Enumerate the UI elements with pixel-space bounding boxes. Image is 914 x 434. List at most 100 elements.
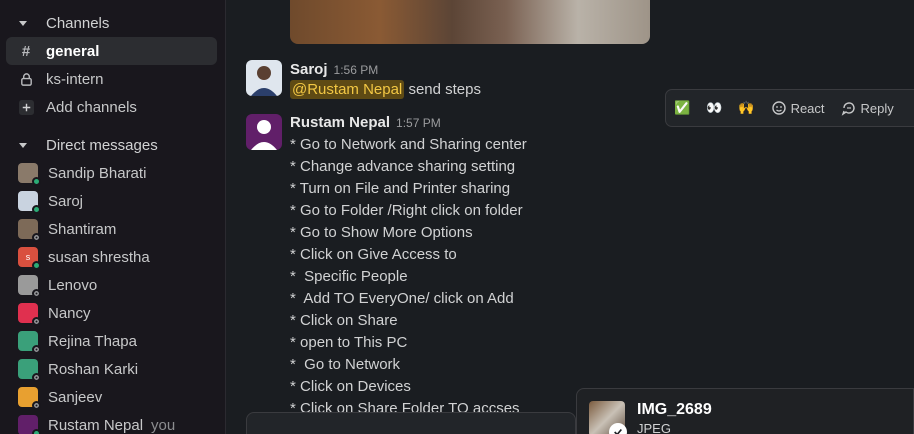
avatar: [18, 191, 41, 214]
sidebar-item-ks-intern[interactable]: ks-intern: [6, 65, 217, 93]
dm-label: Sanjeev: [48, 388, 103, 406]
message-line: * Add TO EveryOne/ click on Add: [290, 290, 514, 307]
sidebar-dm-lenovo[interactable]: Lenovo: [6, 271, 217, 299]
file-upload-popup[interactable]: IMG_2689 JPEG: [576, 388, 914, 434]
message-text: @Rustam Nepal send steps: [290, 80, 481, 99]
channels-header-label: Channels: [46, 14, 110, 32]
dm-label: susan shrestha: [48, 248, 150, 266]
offline-status-dot: [32, 317, 41, 326]
lock-icon: [6, 72, 46, 87]
file-type: JPEG: [637, 421, 671, 434]
offline-status-dot: [32, 345, 41, 354]
message-line: * Click on Share: [290, 312, 398, 329]
online-status-dot: [32, 177, 41, 186]
avatar: [18, 275, 41, 298]
message-pane: Saroj 1:56 PM @Rustam Nepal send steps ✅ …: [227, 0, 914, 434]
add-channels-button[interactable]: Add channels: [6, 93, 217, 121]
react-label: React: [790, 100, 825, 116]
message-line: * Go to Folder /Right click on folder: [290, 202, 523, 219]
message-line: * Go to Show More Options: [290, 224, 473, 241]
reaction-check-button[interactable]: ✅: [666, 93, 698, 123]
dm-label: Roshan Karki: [48, 360, 139, 378]
author-name[interactable]: Saroj: [290, 61, 328, 78]
react-button[interactable]: React: [763, 93, 833, 123]
offline-status-dot: [32, 373, 41, 382]
dm-section-header[interactable]: Direct messages: [0, 133, 158, 157]
reply-button[interactable]: Reply: [833, 93, 902, 123]
sidebar-item-label: Add channels: [46, 98, 137, 116]
sidebar-item-label: general: [46, 42, 100, 60]
message-line: * Change advance sharing setting: [290, 158, 516, 175]
dm-label: Rustam Nepal: [48, 416, 144, 434]
dm-label: Lenovo: [48, 276, 98, 294]
sidebar-dm-saroj[interactable]: Saroj: [6, 187, 217, 215]
avatar: [18, 331, 41, 354]
dm-label: Nancy: [48, 304, 91, 322]
message-line: * Click on Give Access to: [290, 246, 457, 263]
avatar: [18, 219, 41, 242]
dm-header-label: Direct messages: [46, 136, 158, 154]
avatar: [18, 387, 41, 410]
sidebar-dm-susan-shrestha[interactable]: s susan shrestha: [6, 243, 217, 271]
avatar[interactable]: [246, 114, 282, 150]
caret-down-icon[interactable]: [0, 140, 46, 150]
offline-status-dot: [32, 233, 41, 242]
you-label: you: [151, 416, 176, 434]
add-reaction-icon: [771, 101, 786, 115]
message-line: * open to This PC: [290, 334, 408, 351]
message-line: * Turn on File and Printer sharing: [290, 180, 511, 197]
message-line: * Click on Devices: [290, 378, 411, 395]
avatar: [18, 163, 41, 186]
message-composer[interactable]: [246, 412, 576, 434]
offline-status-dot: [32, 401, 41, 410]
message-line: * Specific People: [290, 268, 408, 285]
message-author[interactable]: Rustam Nepal 1:57 PM: [290, 114, 441, 131]
message-timestamp[interactable]: 1:57 PM: [396, 116, 441, 130]
more-actions-button[interactable]: [902, 93, 914, 123]
message-timestamp[interactable]: 1:56 PM: [334, 63, 379, 77]
sidebar-dm-nancy[interactable]: Nancy: [6, 299, 217, 327]
reply-icon: [841, 102, 855, 116]
dm-label: Shantiram: [48, 220, 117, 238]
dm-label: Saroj: [48, 192, 84, 210]
sidebar-item-general[interactable]: # general: [6, 37, 217, 65]
author-name[interactable]: Rustam Nepal: [290, 114, 390, 131]
reaction-raised-hands-button[interactable]: 🙌: [730, 93, 762, 123]
avatar: [18, 303, 41, 326]
reply-label: Reply: [860, 100, 894, 116]
message-line: * Go to Network and Sharing center: [290, 136, 527, 153]
avatar: [18, 359, 41, 382]
reaction-eyes-button[interactable]: 👀: [698, 93, 730, 123]
file-name: IMG_2689: [637, 401, 712, 418]
sidebar-dm-rejina-thapa[interactable]: Rejina Thapa: [6, 327, 217, 355]
avatar: s: [18, 247, 41, 270]
avatar[interactable]: [246, 60, 282, 96]
sidebar-item-label: ks-intern: [46, 70, 104, 88]
offline-status-dot: [32, 289, 41, 298]
avatar: [18, 415, 41, 434]
message-body: send steps: [404, 81, 481, 98]
sidebar-dm-sandip-bharati[interactable]: Sandip Bharati: [6, 159, 217, 187]
sidebar-dm-roshan-karki[interactable]: Roshan Karki: [6, 355, 217, 383]
sidebar: Channels # general ks-intern Add channel…: [0, 0, 226, 434]
hash-icon: #: [21, 42, 31, 60]
dm-label: Sandip Bharati: [48, 164, 147, 182]
message-line: * Go to Network: [290, 356, 401, 373]
channels-section-header[interactable]: Channels: [0, 11, 109, 35]
sidebar-dm-shantiram[interactable]: Shantiram: [6, 215, 217, 243]
check-icon: [609, 423, 627, 434]
sidebar-dm-sanjeev[interactable]: Sanjeev: [6, 383, 217, 411]
message-author[interactable]: Saroj 1:56 PM: [290, 61, 378, 78]
caret-down-icon[interactable]: [0, 18, 46, 28]
image-attachment[interactable]: [290, 0, 650, 44]
sidebar-dm-rustam-nepal[interactable]: Rustam Nepal you: [6, 411, 217, 434]
mention-link[interactable]: @Rustam Nepal: [290, 80, 405, 99]
online-status-dot: [32, 205, 41, 214]
online-status-dot: [32, 429, 41, 434]
plus-icon: [6, 99, 46, 115]
avatar-initial: s: [25, 252, 31, 262]
online-status-dot: [32, 261, 41, 270]
dm-label: Rejina Thapa: [48, 332, 137, 350]
more-vertical-icon: [910, 100, 914, 116]
message-actions-toolbar: ✅ 👀 🙌 React Reply: [665, 89, 914, 127]
